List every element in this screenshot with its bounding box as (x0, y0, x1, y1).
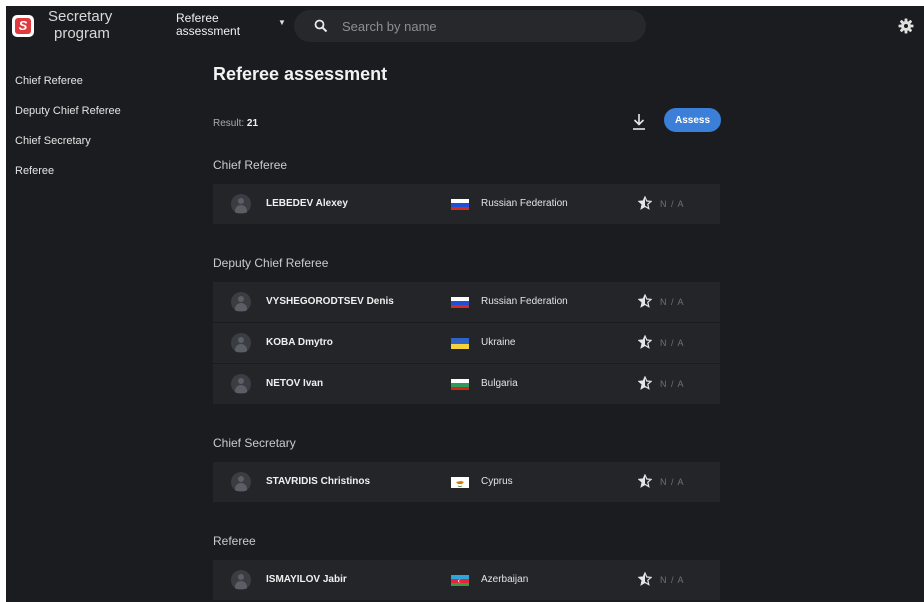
caret-down-icon: ▼ (278, 18, 286, 27)
app-window: S Secretary program Referee assessment ▼ (6, 6, 924, 602)
referee-group: Deputy Chief Referee VYSHEGORODTSEV Deni… (213, 256, 733, 405)
avatar (231, 472, 251, 492)
country-name: Azerbaijan (481, 574, 529, 585)
referee-group: Chief Secretary STAVRIDIS Christinos Cyp… (213, 436, 733, 503)
module-select[interactable]: Referee assessment ▼ (176, 10, 286, 40)
gear-icon[interactable] (898, 18, 914, 34)
referee-group: Chief Referee LEBEDEV Alexey Russian Fed… (213, 158, 733, 225)
referee-name: LEBEDEV Alexey (266, 198, 348, 209)
app-title: Secretary program (48, 8, 112, 42)
avatar (231, 570, 251, 590)
referee-name: ISMAYILOV Jabir (266, 574, 347, 585)
sidebar: Chief Referee Deputy Chief Referee Chief… (6, 72, 206, 192)
avatar (231, 194, 251, 214)
result-toolbar: Result: 21 Assess (213, 108, 733, 158)
referee-row[interactable]: ISMAYILOV Jabir Azerbaijan N / A (213, 560, 720, 601)
cyprus-flag-icon (451, 476, 469, 488)
search-input[interactable] (342, 10, 632, 42)
group-title: Referee (213, 534, 256, 548)
referee-name: KOBA Dmytro (266, 337, 333, 348)
module-label: Referee assessment (176, 12, 256, 38)
top-bar: S Secretary program Referee assessment ▼ (6, 6, 924, 46)
main-content: Referee assessment Result: 21 Assess Chi… (213, 64, 733, 602)
search-bar (294, 10, 646, 42)
rating-value: N / A (660, 338, 685, 348)
star-outline-icon[interactable] (638, 376, 652, 390)
referee-group: Referee ISMAYILOV Jabir Azerbaijan N / A (213, 534, 733, 601)
sidebar-item-chief-referee[interactable]: Chief Referee (6, 72, 206, 102)
result-count: Result: 21 (213, 118, 258, 129)
referee-row[interactable]: STAVRIDIS Christinos Cyprus N / A (213, 462, 720, 503)
russia-flag-icon (451, 296, 469, 308)
sidebar-item-chief-secretary[interactable]: Chief Secretary (6, 132, 206, 162)
country-name: Russian Federation (481, 198, 568, 209)
module-label-line1: Referee (176, 11, 219, 25)
star-outline-icon[interactable] (638, 572, 652, 586)
page-title: Referee assessment (213, 64, 388, 84)
avatar (231, 333, 251, 353)
rating-value: N / A (660, 379, 685, 389)
referee-row[interactable]: NETOV Ivan Bulgaria N / A (213, 364, 720, 405)
star-outline-icon[interactable] (638, 474, 652, 488)
search-icon (314, 19, 328, 33)
rating-value: N / A (660, 199, 685, 209)
avatar (231, 292, 251, 312)
logo-letter: S (15, 18, 31, 34)
referee-row[interactable]: KOBA Dmytro Ukraine N / A (213, 323, 720, 364)
bulgaria-flag-icon (451, 378, 469, 390)
referee-row[interactable]: VYSHEGORODTSEV Denis Russian Federation … (213, 282, 720, 323)
star-outline-icon[interactable] (638, 294, 652, 308)
app-logo[interactable]: S (12, 15, 34, 37)
referee-name: STAVRIDIS Christinos (266, 476, 371, 487)
country-name: Russian Federation (481, 296, 568, 307)
sidebar-item-deputy-chief-referee[interactable]: Deputy Chief Referee (6, 102, 206, 132)
assess-button[interactable]: Assess (664, 108, 721, 132)
referee-groups: Chief Referee LEBEDEV Alexey Russian Fed… (213, 158, 733, 601)
rating-value: N / A (660, 477, 685, 487)
star-outline-icon[interactable] (638, 196, 652, 210)
app-title-line1: Secretary (48, 8, 113, 25)
rating-value: N / A (660, 297, 685, 307)
country-name: Bulgaria (481, 378, 518, 389)
result-value: 21 (246, 118, 259, 129)
download-icon[interactable] (631, 112, 647, 132)
sidebar-item-referee[interactable]: Referee (6, 162, 206, 192)
group-title: Chief Referee (213, 158, 288, 172)
russia-flag-icon (451, 198, 469, 210)
ukraine-flag-icon (451, 337, 469, 349)
app-title-line2: program (54, 25, 110, 42)
referee-name: VYSHEGORODTSEV Denis (266, 296, 394, 307)
country-name: Ukraine (481, 337, 516, 348)
group-title: Chief Secretary (213, 436, 296, 450)
result-label: Result: (213, 118, 245, 129)
module-label-line2: assessment (176, 24, 241, 38)
azerbaijan-flag-icon (451, 574, 469, 586)
referee-row[interactable]: LEBEDEV Alexey Russian Federation N / A (213, 184, 720, 225)
rating-value: N / A (660, 575, 685, 585)
avatar (231, 374, 251, 394)
star-outline-icon[interactable] (638, 335, 652, 349)
country-name: Cyprus (481, 476, 513, 487)
referee-name: NETOV Ivan (266, 378, 324, 389)
group-title: Deputy Chief Referee (213, 256, 329, 270)
